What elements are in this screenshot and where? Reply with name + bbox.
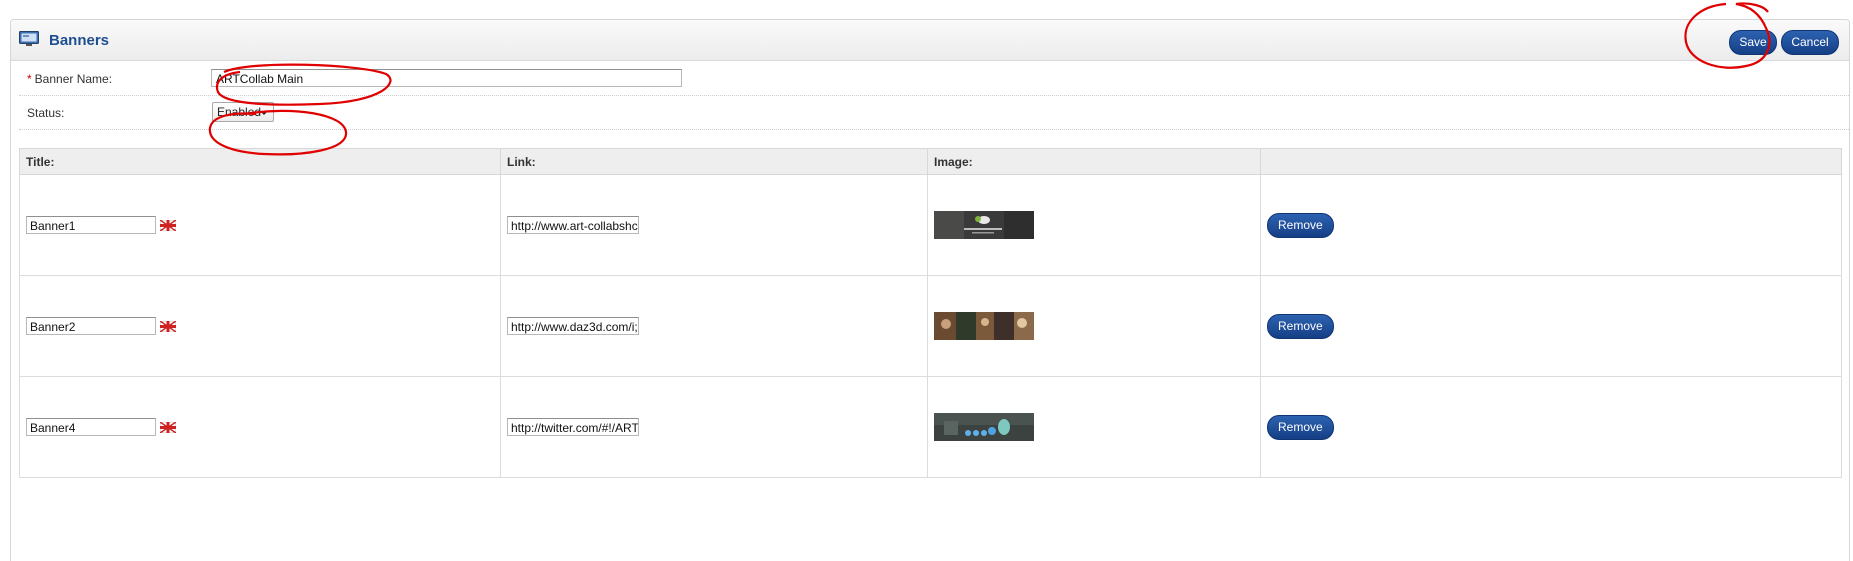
banners-panel: Banners Save Cancel * Banner Name: ARTCol… bbox=[10, 19, 1850, 561]
remove-button[interactable]: Remove bbox=[1267, 313, 1334, 339]
actions-cell: Remove bbox=[1260, 376, 1842, 478]
panel-header: Banners Save Cancel bbox=[11, 20, 1849, 61]
link-input[interactable]: http://www.daz3d.com/i; bbox=[507, 317, 639, 335]
banner-name-input[interactable]: ARTCollab Main bbox=[211, 69, 682, 87]
column-header-actions bbox=[1260, 148, 1842, 175]
title-cell: Banner1 bbox=[19, 174, 501, 276]
banner-image-thumbnail[interactable] bbox=[934, 312, 1034, 340]
title-cell: Banner4 bbox=[19, 376, 501, 478]
link-cell: http://www.daz3d.com/i; bbox=[500, 275, 928, 377]
remove-button[interactable]: Remove bbox=[1267, 212, 1334, 238]
table-row: Banner2 http://www.daz3d.com/i; Remove bbox=[19, 275, 1842, 377]
status-select[interactable]: Enabled bbox=[212, 102, 274, 122]
language-flag-icon[interactable] bbox=[160, 421, 176, 433]
actions-cell: Remove bbox=[1260, 275, 1842, 377]
table-header-row: Title: Link: Image: bbox=[19, 148, 1842, 175]
language-flag-icon[interactable] bbox=[160, 219, 176, 231]
link-input[interactable]: http://www.art-collabshc bbox=[507, 216, 639, 234]
page-title: Banners bbox=[49, 32, 110, 49]
banner-name-label: * Banner Name: bbox=[27, 72, 112, 86]
status-select-value: Enabled bbox=[217, 105, 262, 119]
link-cell: http://www.art-collabshc bbox=[500, 174, 928, 276]
title-cell: Banner2 bbox=[19, 275, 501, 377]
image-cell bbox=[927, 174, 1261, 276]
chevron-down-icon bbox=[260, 111, 268, 115]
language-flag-icon[interactable] bbox=[160, 320, 176, 332]
title-input[interactable]: Banner2 bbox=[26, 317, 156, 335]
title-input[interactable]: Banner4 bbox=[26, 418, 156, 436]
link-cell: http://twitter.com/#!/ART bbox=[500, 376, 928, 478]
actions-cell: Remove bbox=[1260, 174, 1842, 276]
column-header-title: Title: bbox=[19, 148, 501, 175]
banner-image-thumbnail[interactable] bbox=[934, 413, 1034, 441]
save-button[interactable]: Save bbox=[1729, 30, 1777, 55]
banner-monitor-icon bbox=[19, 31, 39, 46]
banners-table: Title: Link: Image: Banner1 http://www.a… bbox=[19, 148, 1842, 478]
title-input[interactable]: Banner1 bbox=[26, 216, 156, 234]
banner-name-row: * Banner Name: ARTCollab Main bbox=[19, 61, 1849, 96]
required-marker: * bbox=[27, 72, 32, 86]
remove-button[interactable]: Remove bbox=[1267, 414, 1334, 440]
link-input[interactable]: http://twitter.com/#!/ART bbox=[507, 418, 639, 436]
status-row: Status: Enabled bbox=[19, 95, 1849, 130]
status-label: Status: bbox=[27, 106, 65, 120]
cancel-button[interactable]: Cancel bbox=[1781, 30, 1839, 55]
column-header-link: Link: bbox=[500, 148, 928, 175]
image-cell bbox=[927, 376, 1261, 478]
column-header-image: Image: bbox=[927, 148, 1261, 175]
table-row: Banner1 http://www.art-collabshc Remove bbox=[19, 174, 1842, 276]
image-cell bbox=[927, 275, 1261, 377]
banner-name-label-text: Banner Name: bbox=[34, 72, 113, 86]
banner-image-thumbnail[interactable] bbox=[934, 211, 1034, 239]
table-row: Banner4 http://twitter.com/#!/ART Remove bbox=[19, 376, 1842, 478]
